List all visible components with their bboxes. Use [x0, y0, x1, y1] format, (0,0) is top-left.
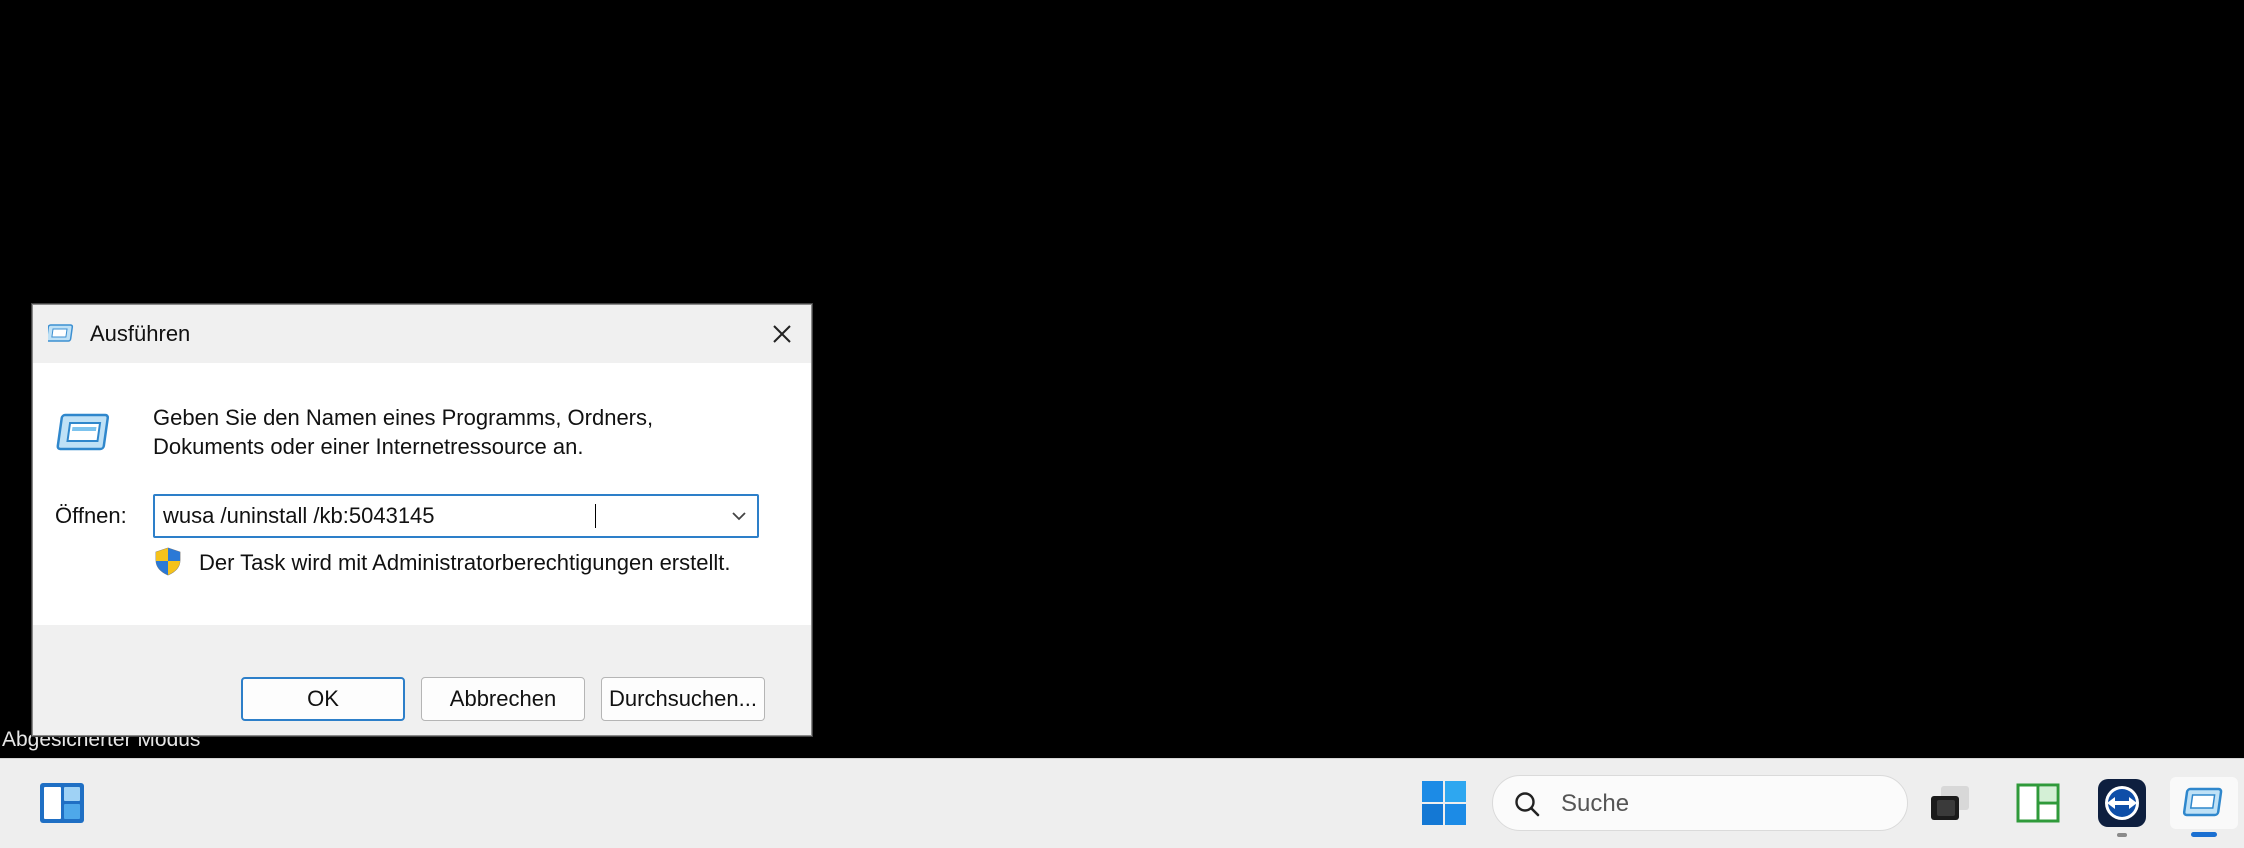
- title-bar[interactable]: Ausführen: [33, 305, 811, 363]
- browse-button[interactable]: Durchsuchen...: [601, 677, 765, 721]
- run-dialog: Ausführen Geben Sie den Namen eines Prog…: [32, 304, 812, 736]
- dialog-content: Geben Sie den Namen eines Programms, Ord…: [33, 363, 811, 625]
- search-placeholder: Suche: [1561, 790, 1630, 817]
- layout-glyph-icon: [2016, 783, 2060, 823]
- cancel-button[interactable]: Abbrechen: [421, 677, 585, 721]
- task-view-glyph-icon: [1931, 786, 1969, 820]
- search-icon: [1515, 792, 1540, 817]
- windows-start-icon[interactable]: [1418, 777, 1470, 829]
- open-input[interactable]: [163, 496, 703, 536]
- dialog-footer: OK Abbrechen Durchsuchen...: [33, 625, 811, 735]
- run-glyph-icon: [2182, 787, 2223, 817]
- task-view-icon[interactable]: [1924, 777, 1976, 829]
- open-label: Öffnen:: [55, 503, 127, 528]
- active-indicator: [2191, 832, 2217, 837]
- run-icon: [48, 324, 74, 342]
- dialog-title: Ausführen: [90, 321, 191, 346]
- uac-shield-icon: [155, 547, 181, 576]
- taskbar-search[interactable]: Suche: [1492, 775, 1908, 831]
- run-icon: [56, 413, 110, 451]
- teamviewer-glyph-icon: [2098, 779, 2146, 827]
- widgets-glyph-icon: [40, 783, 84, 823]
- teamviewer-icon[interactable]: [2096, 777, 2148, 837]
- dialog-description: Geben Sie den Namen eines Programms, Ord…: [153, 403, 793, 461]
- open-combobox[interactable]: [153, 494, 759, 538]
- layout-app-icon[interactable]: [2012, 777, 2064, 829]
- widgets-icon[interactable]: [36, 777, 88, 829]
- chevron-down-icon[interactable]: [727, 504, 751, 528]
- admin-note: Der Task wird mit Administratorberechtig…: [199, 550, 731, 575]
- close-button[interactable]: [753, 305, 811, 363]
- run-task-icon[interactable]: [2170, 777, 2238, 837]
- taskbar: Suche: [0, 758, 2244, 848]
- running-indicator: [2117, 833, 2127, 837]
- close-icon: [773, 325, 791, 343]
- text-caret: [595, 504, 596, 528]
- windows-logo-icon: [1422, 781, 1466, 825]
- description-line: Geben Sie den Namen eines Programms, Ord…: [153, 405, 654, 430]
- description-line: Dokuments oder einer Internetressource a…: [153, 434, 584, 459]
- ok-button[interactable]: OK: [241, 677, 405, 721]
